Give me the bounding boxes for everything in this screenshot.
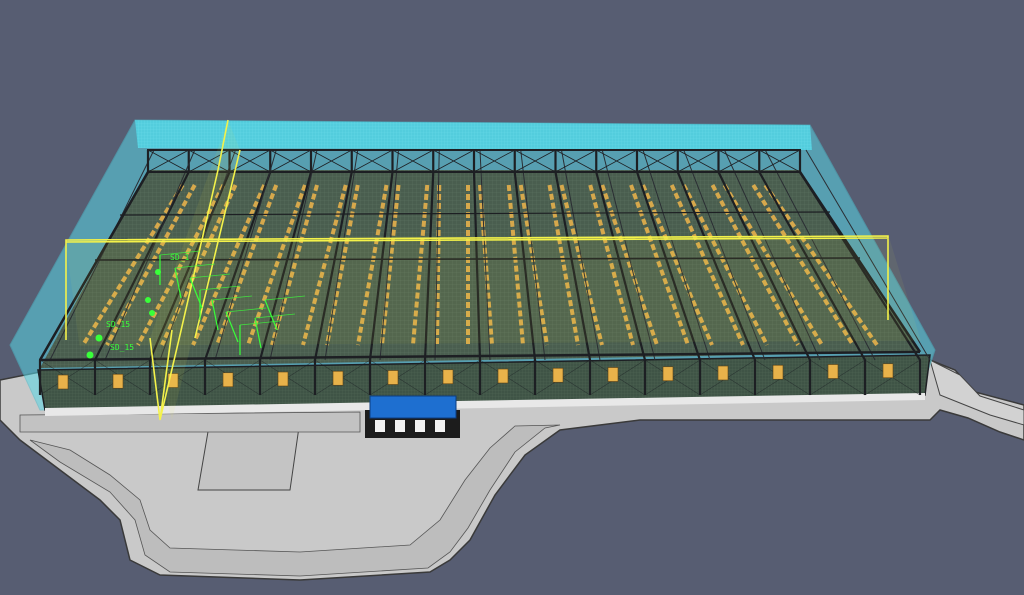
dock-roof	[369, 395, 457, 419]
loading-dock[interactable]	[365, 395, 460, 438]
warehouse-model-view[interactable]: SD_15 SD_15 SD_1	[0, 0, 1024, 595]
wall-opening	[222, 372, 234, 388]
wall-opening	[277, 371, 289, 387]
annotation-label: SD_15	[110, 343, 134, 352]
wall-opening	[772, 364, 784, 380]
wall-opening	[332, 370, 344, 386]
wall-opening	[882, 363, 894, 379]
wall-opening	[662, 366, 674, 382]
annotation-point[interactable]	[149, 310, 155, 316]
wall-opening	[717, 365, 729, 381]
annotation-label: SD_15	[106, 320, 130, 329]
wall-opening	[57, 374, 69, 390]
annotation-point[interactable]	[86, 351, 94, 359]
wall-opening	[387, 370, 399, 385]
annotation-point[interactable]	[155, 269, 161, 275]
wall-opening	[827, 364, 839, 379]
annotation-point[interactable]	[95, 334, 103, 342]
annotation-point[interactable]	[145, 297, 151, 303]
wall-opening	[552, 367, 564, 383]
wall-opening	[607, 367, 619, 382]
wall-opening	[497, 368, 509, 384]
annotation-label: SD_1	[170, 253, 189, 262]
wall-opening	[112, 373, 124, 389]
3d-viewport[interactable]: SD_15 SD_15 SD_1	[0, 0, 1024, 595]
wall-opening	[442, 369, 454, 385]
